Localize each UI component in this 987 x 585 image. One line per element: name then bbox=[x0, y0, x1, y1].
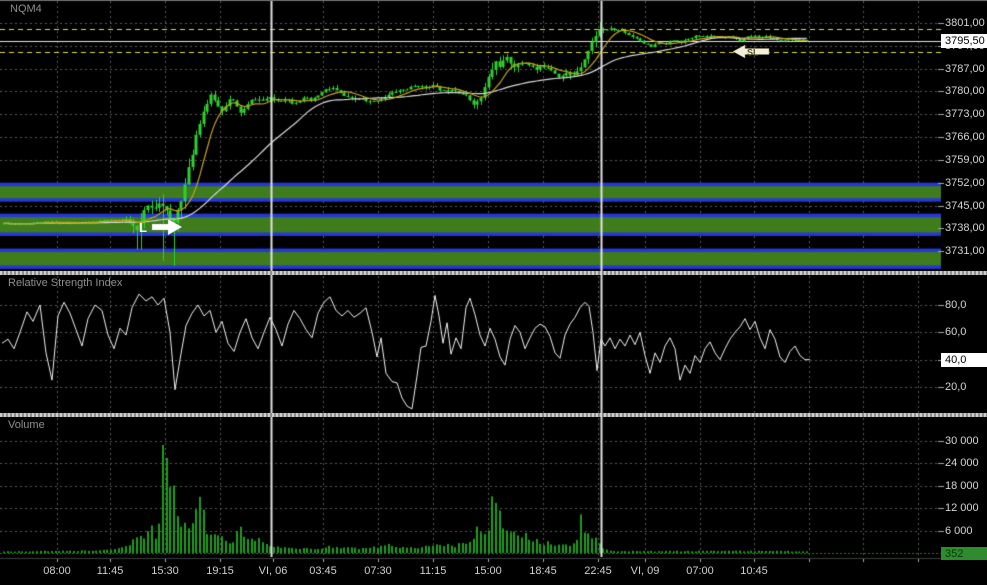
price-axis-label: 3731,00 bbox=[945, 245, 985, 258]
volume-axis-label: 12 000 bbox=[945, 502, 979, 515]
current-rsi-tag: 40,0 bbox=[941, 352, 987, 367]
price-axis-label: 3773,00 bbox=[945, 108, 985, 121]
volume-axis-label: 6 000 bbox=[945, 524, 973, 537]
price-axis-label: 3787,00 bbox=[945, 62, 985, 75]
time-axis-label: 07:30 bbox=[364, 565, 392, 577]
time-axis-label: 08:00 bbox=[43, 565, 71, 577]
rsi-axis-label: 20,0 bbox=[945, 381, 967, 393]
price-axis-label: 3752,00 bbox=[945, 176, 985, 189]
time-axis-label: 11:15 bbox=[419, 565, 447, 577]
right-arrow-icon bbox=[151, 218, 183, 236]
time-axis-label: VI, 06 bbox=[258, 565, 288, 577]
current-price-tag: 3795,50 bbox=[941, 33, 987, 48]
time-axis-label: 15:00 bbox=[474, 565, 502, 577]
chart-canvas[interactable] bbox=[0, 0, 987, 585]
price-axis-label: 3759,00 bbox=[945, 153, 985, 166]
time-axis-label: 11:45 bbox=[96, 565, 124, 577]
panel-divider-rsi[interactable] bbox=[0, 271, 987, 275]
price-axis-label: 3745,00 bbox=[945, 199, 985, 212]
rsi-axis-label: 80,0 bbox=[945, 299, 967, 311]
buy-arrow-marker: L bbox=[139, 218, 183, 236]
volume-axis-label: 24 000 bbox=[945, 457, 979, 470]
volume-axis-label: 30 000 bbox=[945, 435, 979, 447]
time-axis-label: 18:45 bbox=[529, 565, 557, 577]
sl-marker-label: SL bbox=[747, 48, 759, 58]
current-volume-tag: 352 bbox=[941, 547, 987, 560]
volume-axis-label: 18 000 bbox=[945, 479, 979, 492]
stop-loss-arrow-marker: SL bbox=[733, 44, 770, 59]
time-axis-label: 07:00 bbox=[686, 565, 714, 577]
price-axis-label: 3738,00 bbox=[945, 222, 985, 235]
time-axis-label: 03:45 bbox=[309, 565, 337, 577]
time-axis-label: 19:15 bbox=[206, 565, 234, 577]
volume-title: Volume bbox=[8, 419, 45, 431]
price-axis-label: 3801,00 bbox=[945, 17, 985, 29]
buy-marker-label: L bbox=[139, 220, 147, 235]
panel-divider-volume[interactable] bbox=[0, 413, 987, 417]
price-axis-label: 3780,00 bbox=[945, 85, 985, 98]
rsi-axis-label: 60,0 bbox=[945, 326, 967, 339]
chart-window: NQM4 Relative Strength Index Volume 3801… bbox=[0, 0, 987, 585]
time-axis-label: VI, 09 bbox=[630, 565, 660, 577]
symbol-label: NQM4 bbox=[10, 3, 42, 15]
time-axis-label: 10:45 bbox=[740, 565, 768, 577]
price-axis-label: 3766,00 bbox=[945, 131, 985, 144]
rsi-title: Relative Strength Index bbox=[8, 277, 123, 289]
time-axis-label: 15:30 bbox=[151, 565, 179, 577]
